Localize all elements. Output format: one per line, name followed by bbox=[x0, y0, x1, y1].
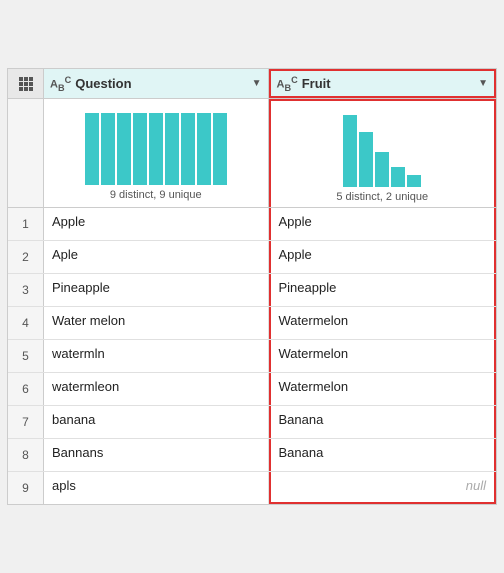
fruit-header-label: Fruit bbox=[302, 76, 474, 91]
table-row: 2ApleApple bbox=[8, 241, 496, 274]
fruit-cell: Watermelon bbox=[269, 307, 497, 339]
fruit-cell: Watermelon bbox=[269, 373, 497, 405]
question-cell: Water melon bbox=[44, 307, 269, 339]
table-row: 9aplsnull bbox=[8, 472, 496, 504]
fruit-cell: Banana bbox=[269, 406, 497, 438]
bar bbox=[391, 167, 405, 187]
question-cell: Aple bbox=[44, 241, 269, 273]
bar bbox=[197, 113, 211, 185]
bar bbox=[359, 132, 373, 187]
data-table: ABC Question ▼ ABC Fruit ▼ 9 distinct, 9… bbox=[7, 68, 497, 506]
question-bars bbox=[52, 105, 260, 185]
grid-icon-cell bbox=[8, 69, 44, 99]
header-row: ABC Question ▼ ABC Fruit ▼ bbox=[8, 69, 496, 100]
fruit-chart-cell: 5 distinct, 2 unique bbox=[269, 99, 497, 207]
row-number: 6 bbox=[8, 373, 44, 405]
table-row: 4Water melonWatermelon bbox=[8, 307, 496, 340]
fruit-chart-label: 5 distinct, 2 unique bbox=[336, 191, 428, 203]
question-cell: banana bbox=[44, 406, 269, 438]
bar bbox=[133, 113, 147, 185]
chart-row: 9 distinct, 9 unique 5 distinct, 2 uniqu… bbox=[8, 99, 496, 208]
table-row: 8BannansBanana bbox=[8, 439, 496, 472]
fruit-cell: Watermelon bbox=[269, 340, 497, 372]
bar bbox=[165, 113, 179, 185]
bar bbox=[343, 115, 357, 187]
table-row: 7bananaBanana bbox=[8, 406, 496, 439]
row-number: 2 bbox=[8, 241, 44, 273]
question-cell: apls bbox=[44, 472, 269, 504]
fruit-cell: Apple bbox=[269, 241, 497, 273]
fruit-dropdown-arrow[interactable]: ▼ bbox=[478, 78, 488, 89]
question-cell: watermln bbox=[44, 340, 269, 372]
question-column-header[interactable]: ABC Question ▼ bbox=[44, 69, 269, 99]
chart-row-num bbox=[8, 99, 44, 207]
question-chart-label: 9 distinct, 9 unique bbox=[110, 189, 202, 201]
bar bbox=[181, 113, 195, 185]
question-header-label: Question bbox=[75, 76, 247, 91]
data-rows-container: 1AppleApple2ApleApple3PineapplePineapple… bbox=[8, 208, 496, 504]
table-row: 6watermleonWatermelon bbox=[8, 373, 496, 406]
fruit-column-header[interactable]: ABC Fruit ▼ bbox=[269, 69, 497, 99]
bar bbox=[101, 113, 115, 185]
row-number: 3 bbox=[8, 274, 44, 306]
fruit-type-icon: ABC bbox=[277, 75, 298, 93]
bar bbox=[117, 113, 131, 185]
fruit-cell: Banana bbox=[269, 439, 497, 471]
question-cell: Bannans bbox=[44, 439, 269, 471]
fruit-bars bbox=[279, 107, 487, 187]
question-cell: watermleon bbox=[44, 373, 269, 405]
grid-icon bbox=[19, 77, 33, 91]
question-cell: Pineapple bbox=[44, 274, 269, 306]
bar bbox=[213, 113, 227, 185]
fruit-cell: Apple bbox=[269, 208, 497, 240]
bar bbox=[85, 113, 99, 185]
question-type-icon: ABC bbox=[50, 75, 71, 93]
row-number: 1 bbox=[8, 208, 44, 240]
bar bbox=[407, 175, 421, 187]
row-number: 4 bbox=[8, 307, 44, 339]
table-row: 3PineapplePineapple bbox=[8, 274, 496, 307]
question-cell: Apple bbox=[44, 208, 269, 240]
row-number: 7 bbox=[8, 406, 44, 438]
table-row: 1AppleApple bbox=[8, 208, 496, 241]
fruit-cell: null bbox=[269, 472, 497, 504]
row-number: 5 bbox=[8, 340, 44, 372]
bar bbox=[375, 152, 389, 187]
bar bbox=[149, 113, 163, 185]
question-chart-cell: 9 distinct, 9 unique bbox=[44, 99, 269, 207]
row-number: 8 bbox=[8, 439, 44, 471]
fruit-cell: Pineapple bbox=[269, 274, 497, 306]
row-number: 9 bbox=[8, 472, 44, 504]
question-dropdown-arrow[interactable]: ▼ bbox=[252, 78, 262, 89]
table-row: 5watermlnWatermelon bbox=[8, 340, 496, 373]
